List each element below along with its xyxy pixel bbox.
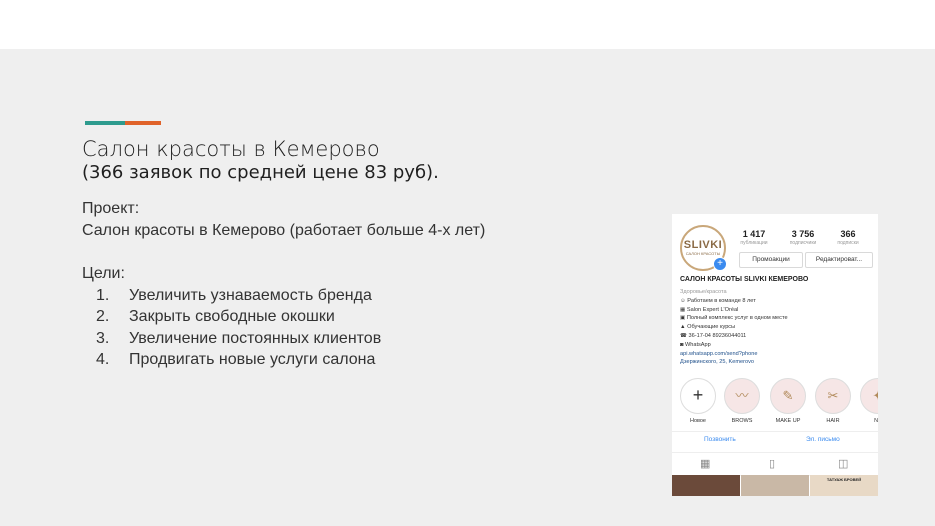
posts-grid: ТАТУАЖ БРОВЕЙ	[672, 475, 878, 496]
nails-icon: ✦	[860, 378, 878, 414]
goal-item: 4. Продвигать новые услуги салона	[96, 351, 376, 368]
accent-bar-teal	[85, 121, 125, 125]
makeup-brush-icon: ✎	[770, 378, 806, 414]
graduation-icon: ▲	[680, 324, 686, 331]
logo-text: SLIVKI	[683, 239, 723, 251]
email-link[interactable]: Эл. письмо	[806, 436, 840, 443]
goal-item: 3. Увеличение постоянных клиентов	[96, 329, 382, 347]
stat-posts[interactable]: 1 417 публикации	[734, 229, 774, 246]
post-thumbnail[interactable]	[741, 475, 809, 496]
profile-bio: Здоровье/красота ☺ Работаем в команде 8 …	[680, 288, 788, 367]
flag-icon: ▦	[680, 306, 686, 313]
bio-line: ☺ Работаем в команде 8 лет	[680, 297, 756, 304]
whatsapp-icon: ◙	[680, 341, 684, 348]
contact-links: Позвонить Эл. письмо	[672, 431, 878, 450]
bio-category: Здоровье/красота	[680, 289, 727, 295]
goals-list: 1. Увеличить узнаваемость бренда 2. Закрыт…	[82, 285, 485, 371]
team-icon: ☺	[680, 297, 686, 304]
slide-title: Салон красоты в Кемерово	[82, 137, 380, 161]
highlight-makeup[interactable]: ✎ MAKE UP	[768, 378, 808, 424]
bio-line: ▦ Salon Expert L'Oréal	[680, 306, 739, 313]
project-text: Салон красоты в Кемерово (работает больш…	[82, 221, 486, 239]
post-thumbnail[interactable]: ТАТУАЖ БРОВЕЙ	[810, 475, 878, 496]
salon-icon: ▣	[680, 315, 686, 322]
post-thumbnail[interactable]	[672, 475, 740, 496]
profile-tabs: ▦ ▯ ◫	[672, 452, 878, 476]
grid-tab-icon[interactable]: ▦	[700, 457, 710, 470]
stat-following[interactable]: 366 подписки	[828, 229, 868, 246]
highlight-brows[interactable]: 〰 BROWS	[722, 378, 762, 424]
bio-line: ▣ Полный комплекс услуг в одном месте	[680, 315, 788, 322]
bio-line: ▲ Обучающие курсы	[680, 324, 736, 331]
logo-subtext: САЛОН КРАСОТЫ	[685, 251, 721, 256]
highlight-new[interactable]: + Новое	[678, 378, 718, 424]
bio-line: ◙ WhatsApp	[680, 341, 711, 348]
bio-link[interactable]: api.whatsapp.com/send?phone	[680, 350, 788, 359]
bio-address[interactable]: Дзержинского, 25, Kemerovo	[680, 358, 788, 367]
accent-bar	[85, 121, 161, 125]
call-link[interactable]: Позвонить	[704, 436, 736, 443]
highlight-hair[interactable]: ✂ HAIR	[813, 378, 853, 424]
goal-item: 2. Закрыть свободные окошки	[96, 308, 335, 325]
phone-icon: ☎	[680, 332, 687, 339]
slide-body: Проект: Салон красоты в Кемерово (работа…	[82, 198, 485, 371]
add-story-icon[interactable]: +	[713, 257, 727, 271]
instagram-profile-screenshot: SLIVKI САЛОН КРАСОТЫ + 1 417 публикации …	[672, 214, 878, 496]
goal-item: 1. Увеличить узнаваемость бренда	[96, 286, 372, 304]
goals-label: Цели:	[82, 265, 125, 282]
igtv-tab-icon[interactable]: ▯	[769, 457, 775, 470]
highlight-nails[interactable]: ✦ NA	[858, 378, 878, 424]
tagged-tab-icon[interactable]: ◫	[838, 457, 848, 470]
accent-bar-orange	[125, 121, 161, 125]
slide-subtitle: (366 заявок по средней цене 83 руб).	[82, 162, 439, 183]
scissors-icon: ✂	[815, 378, 851, 414]
top-band	[0, 0, 935, 49]
bio-line: ☎ 36-17-04 89236044011	[680, 332, 747, 339]
promo-button[interactable]: Промоакции	[739, 252, 803, 268]
plus-icon: +	[680, 378, 716, 414]
edit-profile-button[interactable]: Редактироват...	[805, 252, 873, 268]
brows-icon: 〰	[724, 378, 760, 414]
profile-name: САЛОН КРАСОТЫ SLIVKI КЕМЕРОВО	[680, 276, 809, 283]
project-label: Проект:	[82, 200, 140, 217]
stat-followers[interactable]: 3 756 подписчики	[783, 229, 823, 246]
profile-avatar[interactable]: SLIVKI САЛОН КРАСОТЫ +	[680, 225, 727, 271]
